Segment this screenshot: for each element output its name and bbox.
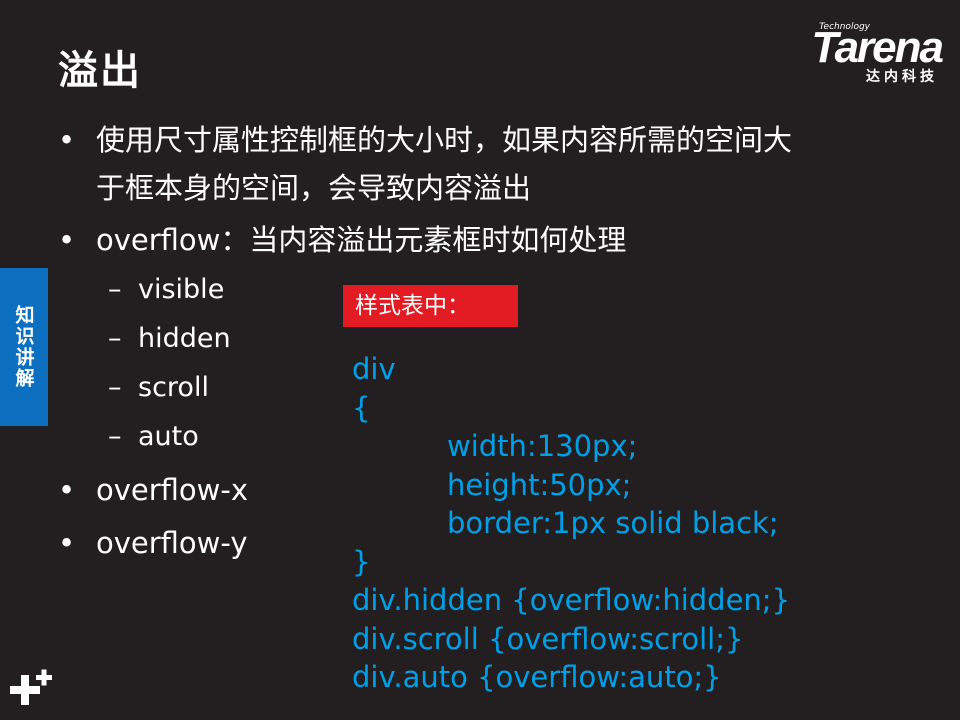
code-line: }	[352, 544, 371, 579]
code-label: 样式表中：	[343, 285, 518, 327]
sub-text: auto	[138, 421, 199, 452]
logo-brand-text: Tarena	[811, 23, 944, 72]
bullet-text: overflow：当内容溢出元素框时如何处理	[96, 223, 627, 257]
sub-dash: –	[108, 372, 122, 403]
code-line: div.auto {overflow:auto;}	[352, 660, 722, 694]
code-line: div.scroll {overflow:scroll;}	[352, 621, 744, 656]
tarena-logo: Technology Tarena 达内科技	[772, 22, 944, 85]
code-line: height:50px;	[447, 467, 632, 502]
bullet-text: overflow-y	[96, 526, 248, 560]
logo-subtitle-text: 达内科技	[866, 69, 938, 85]
bullet-dot: •	[58, 223, 76, 257]
bullet-dot: •	[58, 473, 76, 507]
side-tab: 知识讲解	[0, 268, 48, 426]
bullet-dot: •	[58, 123, 76, 157]
sub-text: visible	[138, 274, 225, 305]
bullet-dot: •	[58, 526, 76, 560]
bullet-text-continued: 于框本身的空间，会导致内容溢出	[96, 171, 532, 205]
code-line: div.hidden {overflow:hidden;}	[352, 583, 791, 617]
bullet-text: 使用尺寸属性控制框的大小时，如果内容所需的空间大	[96, 123, 793, 157]
sub-text: hidden	[138, 323, 231, 354]
code-line: {	[352, 390, 371, 425]
sub-dash: –	[108, 323, 122, 354]
bullet-text: overflow-x	[96, 473, 249, 507]
code-block: div { width:130px; height:50px; border:1…	[352, 350, 790, 697]
slide-title: 溢出	[58, 48, 142, 94]
code-line: width:130px;	[447, 429, 638, 463]
code-line: div	[352, 352, 396, 386]
code-line: border:1px solid black;	[447, 506, 779, 540]
side-tab-label: 知识讲解	[12, 305, 35, 389]
sub-text: scroll	[138, 372, 209, 403]
sub-dash: –	[108, 421, 122, 452]
sub-dash: –	[108, 274, 122, 305]
plus-logo-icon	[10, 669, 52, 705]
